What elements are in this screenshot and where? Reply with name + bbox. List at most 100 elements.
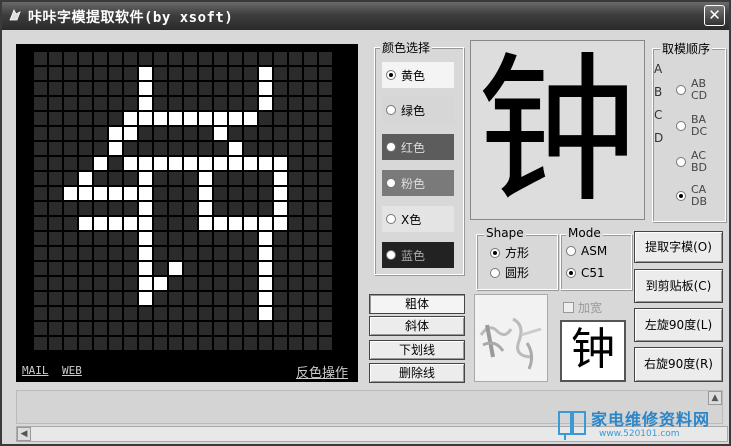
matrix-cell-off[interactable] [64, 112, 77, 125]
matrix-cell-off[interactable] [289, 307, 302, 320]
matrix-cell-off[interactable] [139, 127, 152, 140]
matrix-cell-on[interactable] [259, 307, 272, 320]
matrix-cell-off[interactable] [124, 262, 137, 275]
matrix-cell-off[interactable] [154, 292, 167, 305]
matrix-cell-off[interactable] [289, 67, 302, 80]
matrix-cell-off[interactable] [289, 172, 302, 185]
matrix-cell-off[interactable] [34, 217, 47, 230]
matrix-cell-off[interactable] [169, 247, 182, 260]
matrix-cell-off[interactable] [274, 337, 287, 350]
matrix-cell-off[interactable] [259, 172, 272, 185]
matrix-cell-off[interactable] [259, 112, 272, 125]
matrix-cell-on[interactable] [79, 187, 92, 200]
matrix-cell-on[interactable] [184, 157, 197, 170]
matrix-cell-on[interactable] [139, 82, 152, 95]
matrix-cell-off[interactable] [184, 127, 197, 140]
scroll-left-button[interactable]: ◀ [17, 427, 31, 441]
matrix-cell-on[interactable] [199, 157, 212, 170]
matrix-cell-off[interactable] [64, 172, 77, 185]
matrix-cell-off[interactable] [229, 247, 242, 260]
matrix-cell-off[interactable] [184, 322, 197, 335]
matrix-cell-off[interactable] [169, 232, 182, 245]
matrix-cell-off[interactable] [79, 307, 92, 320]
matrix-cell-off[interactable] [94, 52, 107, 65]
matrix-cell-off[interactable] [94, 262, 107, 275]
matrix-cell-off[interactable] [214, 82, 227, 95]
matrix-cell-off[interactable] [199, 307, 212, 320]
matrix-cell-off[interactable] [109, 292, 122, 305]
matrix-cell-on[interactable] [139, 217, 152, 230]
matrix-cell-off[interactable] [124, 292, 137, 305]
matrix-cell-off[interactable] [259, 142, 272, 155]
matrix-cell-off[interactable] [49, 97, 62, 110]
matrix-cell-off[interactable] [34, 67, 47, 80]
matrix-cell-off[interactable] [214, 307, 227, 320]
matrix-cell-off[interactable] [169, 307, 182, 320]
matrix-cell-on[interactable] [169, 112, 182, 125]
matrix-cell-on[interactable] [94, 157, 107, 170]
matrix-cell-on[interactable] [124, 157, 137, 170]
matrix-cell-on[interactable] [139, 292, 152, 305]
matrix-cell-off[interactable] [124, 232, 137, 245]
matrix-cell-off[interactable] [304, 172, 317, 185]
matrix-cell-off[interactable] [274, 67, 287, 80]
matrix-cell-on[interactable] [94, 217, 107, 230]
matrix-cell-off[interactable] [229, 67, 242, 80]
matrix-cell-off[interactable] [109, 307, 122, 320]
matrix-cell-off[interactable] [229, 127, 242, 140]
matrix-cell-off[interactable] [34, 337, 47, 350]
matrix-cell-off[interactable] [319, 67, 332, 80]
matrix-cell-off[interactable] [319, 277, 332, 290]
matrix-cell-on[interactable] [274, 172, 287, 185]
matrix-cell-off[interactable] [304, 97, 317, 110]
matrix-cell-off[interactable] [304, 112, 317, 125]
matrix-cell-off[interactable] [124, 82, 137, 95]
matrix-cell-on[interactable] [214, 112, 227, 125]
matrix-cell-off[interactable] [289, 232, 302, 245]
matrix-cell-off[interactable] [274, 112, 287, 125]
radio-dot[interactable] [676, 121, 686, 131]
matrix-cell-off[interactable] [319, 187, 332, 200]
matrix-cell-on[interactable] [199, 217, 212, 230]
matrix-cell-off[interactable] [184, 262, 197, 275]
matrix-cell-off[interactable] [154, 142, 167, 155]
matrix-cell-off[interactable] [94, 307, 107, 320]
matrix-cell-on[interactable] [259, 67, 272, 80]
matrix-cell-off[interactable] [79, 322, 92, 335]
matrix-cell-off[interactable] [154, 247, 167, 260]
matrix-cell-off[interactable] [34, 82, 47, 95]
radio-dot[interactable] [566, 268, 576, 278]
matrix-cell-off[interactable] [289, 292, 302, 305]
matrix-cell-off[interactable] [34, 112, 47, 125]
matrix-cell-off[interactable] [154, 187, 167, 200]
matrix-cell-on[interactable] [109, 127, 122, 140]
matrix-cell-off[interactable] [79, 127, 92, 140]
matrix-cell-off[interactable] [259, 127, 272, 140]
radio-dot[interactable] [386, 250, 396, 260]
matrix-cell-off[interactable] [199, 322, 212, 335]
matrix-cell-off[interactable] [274, 247, 287, 260]
matrix-cell-off[interactable] [79, 292, 92, 305]
matrix-cell-off[interactable] [34, 262, 47, 275]
matrix-cell-off[interactable] [184, 172, 197, 185]
matrix-cell-on[interactable] [139, 202, 152, 215]
matrix-cell-off[interactable] [289, 262, 302, 275]
matrix-cell-off[interactable] [319, 97, 332, 110]
matrix-cell-off[interactable] [304, 292, 317, 305]
matrix-cell-off[interactable] [79, 112, 92, 125]
order-option[interactable]: BA DC [676, 114, 707, 138]
matrix-cell-off[interactable] [79, 232, 92, 245]
matrix-cell-off[interactable] [244, 247, 257, 260]
close-button[interactable]: ✕ [704, 5, 725, 26]
matrix-cell-off[interactable] [214, 172, 227, 185]
matrix-cell-on[interactable] [259, 277, 272, 290]
color-option[interactable]: 蓝色 [382, 242, 454, 268]
matrix-cell-off[interactable] [214, 277, 227, 290]
matrix-cell-on[interactable] [214, 217, 227, 230]
matrix-cell-off[interactable] [319, 127, 332, 140]
matrix-cell-off[interactable] [244, 277, 257, 290]
matrix-cell-off[interactable] [79, 52, 92, 65]
matrix-cell-off[interactable] [79, 262, 92, 275]
matrix-cell-off[interactable] [49, 217, 62, 230]
matrix-cell-off[interactable] [184, 217, 197, 230]
